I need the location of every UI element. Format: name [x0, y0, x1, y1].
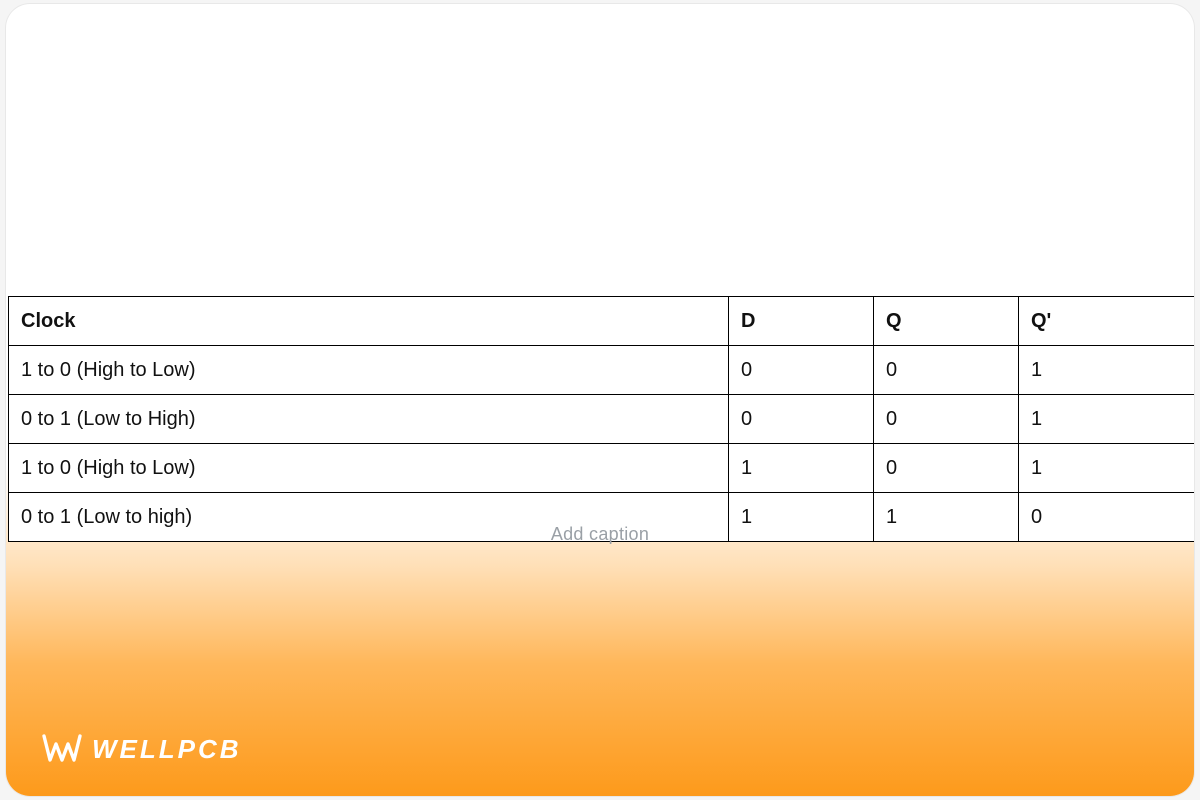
- table-header-row: Clock D Q Q': [9, 297, 1195, 346]
- table-row: 1 to 0 (High to Low) 1 0 1: [9, 444, 1195, 493]
- cell-d: 0: [729, 346, 874, 395]
- table-row: 1 to 0 (High to Low) 0 0 1: [9, 346, 1195, 395]
- col-header-d: D: [729, 297, 874, 346]
- cell-clock: 1 to 0 (High to Low): [9, 346, 729, 395]
- cell-qprime: 1: [1019, 444, 1195, 493]
- col-header-q: Q: [874, 297, 1019, 346]
- cell-qprime: 1: [1019, 395, 1195, 444]
- cell-q: 0: [874, 444, 1019, 493]
- cell-qprime: 1: [1019, 346, 1195, 395]
- wellpcb-logo-icon: [42, 732, 82, 766]
- table-row: 0 to 1 (Low to High) 0 0 1: [9, 395, 1195, 444]
- brand-logo: WELLPCB: [42, 732, 242, 766]
- truth-table: Clock D Q Q' 1 to 0 (High to Low) 0 0 1 …: [8, 296, 1194, 542]
- cell-q: 0: [874, 346, 1019, 395]
- cell-clock: 0 to 1 (Low to High): [9, 395, 729, 444]
- cell-clock: 1 to 0 (High to Low): [9, 444, 729, 493]
- brand-name: WELLPCB: [92, 734, 242, 765]
- cell-q: 0: [874, 395, 1019, 444]
- col-header-qprime: Q': [1019, 297, 1195, 346]
- truth-table-container: Clock D Q Q' 1 to 0 (High to Low) 0 0 1 …: [8, 296, 1194, 542]
- caption-placeholder: Add caption: [6, 524, 1194, 545]
- cell-d: 1: [729, 444, 874, 493]
- card-container: Clock D Q Q' 1 to 0 (High to Low) 0 0 1 …: [6, 4, 1194, 796]
- cell-d: 0: [729, 395, 874, 444]
- col-header-clock: Clock: [9, 297, 729, 346]
